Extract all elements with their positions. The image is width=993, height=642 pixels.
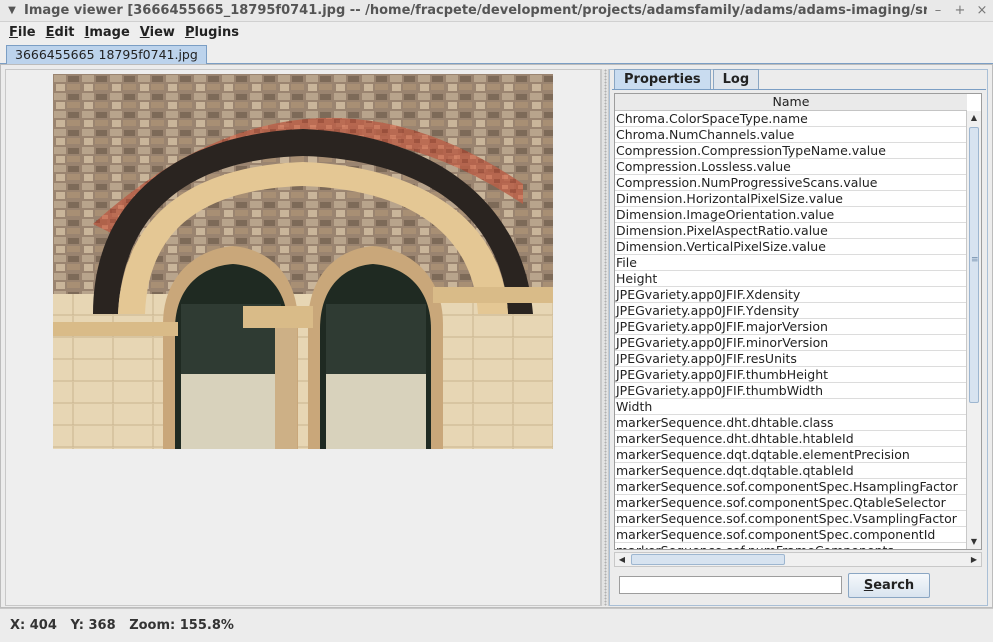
table-row[interactable]: Compression.CompressionTypeName.value [615, 143, 967, 159]
status-x: X: 404 [10, 618, 57, 633]
scroll-right-icon[interactable]: ▶ [967, 553, 981, 566]
menu-file[interactable]: File [4, 25, 41, 40]
column-header-name[interactable]: Name [615, 94, 967, 111]
table-row[interactable]: JPEGvariety.app0JFIF.thumbWidth [615, 383, 967, 399]
minimize-icon[interactable]: – [927, 3, 949, 18]
horizontal-scrollbar[interactable]: ◀ ▶ [614, 552, 982, 567]
table-row[interactable]: Dimension.ImageOrientation.value [615, 207, 967, 223]
table-row[interactable]: Compression.NumProgressiveScans.value [615, 175, 967, 191]
table-row[interactable]: Dimension.VerticalPixelSize.value [615, 239, 967, 255]
scroll-down-icon[interactable]: ▼ [967, 535, 981, 549]
scroll-left-icon[interactable]: ◀ [615, 553, 629, 566]
search-button[interactable]: Search [848, 573, 930, 598]
image-display [53, 74, 553, 449]
table-row[interactable]: markerSequence.sof.componentSpec.Hsampli… [615, 479, 967, 495]
status-y: Y: 368 [70, 618, 116, 633]
window-title: Image viewer [3666455665_18795f0741.jpg … [24, 3, 927, 18]
scroll-up-icon[interactable]: ▲ [967, 111, 981, 125]
horizontal-scroll-thumb[interactable] [631, 554, 785, 565]
title-bar: ▼ Image viewer [3666455665_18795f0741.jp… [0, 0, 993, 22]
window-menu-icon[interactable]: ▼ [0, 5, 24, 16]
status-zoom: Zoom: 155.8% [129, 618, 234, 633]
table-row[interactable]: Chroma.NumChannels.value [615, 127, 967, 143]
table-row[interactable]: markerSequence.sof.componentSpec.Vsampli… [615, 511, 967, 527]
document-tab-strip: 3666455665 18795f0741.jpg [0, 42, 993, 64]
table-row[interactable]: Dimension.PixelAspectRatio.value [615, 223, 967, 239]
menu-view[interactable]: View [135, 25, 180, 40]
table-row[interactable]: File [615, 255, 967, 271]
menu-edit[interactable]: Edit [41, 25, 80, 40]
close-icon[interactable]: × [971, 3, 993, 18]
tab-properties[interactable]: Properties [614, 69, 711, 89]
table-row[interactable]: JPEGvariety.app0JFIF.thumbHeight [615, 367, 967, 383]
table-row[interactable]: JPEGvariety.app0JFIF.resUnits [615, 351, 967, 367]
split-divider[interactable] [601, 69, 609, 606]
table-row[interactable]: JPEGvariety.app0JFIF.Xdensity [615, 287, 967, 303]
maximize-icon[interactable]: + [949, 3, 971, 18]
table-row[interactable]: JPEGvariety.app0JFIF.Ydensity [615, 303, 967, 319]
table-row[interactable]: Compression.Lossless.value [615, 159, 967, 175]
panel-tabs: Properties Log [614, 69, 761, 90]
table-row[interactable]: markerSequence.sof.componentSpec.compone… [615, 527, 967, 543]
table-row[interactable]: Dimension.HorizontalPixelSize.value [615, 191, 967, 207]
properties-table: Name Chroma.ColorSpaceType.name Chroma.Nu… [614, 93, 982, 550]
tab-document[interactable]: 3666455665 18795f0741.jpg [6, 45, 207, 64]
tab-log[interactable]: Log [712, 69, 760, 89]
table-row[interactable]: JPEGvariety.app0JFIF.minorVersion [615, 335, 967, 351]
table-row[interactable]: JPEGvariety.app0JFIF.majorVersion [615, 319, 967, 335]
vertical-scroll-thumb[interactable]: ≡ [969, 127, 979, 403]
table-row[interactable]: Width [615, 399, 967, 415]
table-row[interactable]: markerSequence.dht.dhtable.htableId [615, 431, 967, 447]
table-row[interactable]: Chroma.ColorSpaceType.name [615, 111, 967, 127]
menu-bar: File Edit Image View Plugins [0, 22, 993, 42]
table-row[interactable]: markerSequence.sof.componentSpec.QtableS… [615, 495, 967, 511]
table-row[interactable]: markerSequence.dht.dhtable.class [615, 415, 967, 431]
table-rows: Chroma.ColorSpaceType.name Chroma.NumChan… [615, 111, 967, 549]
menu-image[interactable]: Image [80, 25, 135, 40]
search-input[interactable] [619, 576, 842, 594]
table-row[interactable]: markerSequence.dqt.dqtable.qtableId [615, 463, 967, 479]
table-row[interactable]: Height [615, 271, 967, 287]
table-row[interactable]: markerSequence.sof.numFrameComponents [615, 543, 967, 549]
vertical-scrollbar[interactable]: ▲ ≡ ▼ [966, 111, 981, 549]
menu-plugins[interactable]: Plugins [180, 25, 244, 40]
status-bar: X: 404 Y: 368 Zoom: 155.8% [0, 608, 993, 642]
table-row[interactable]: markerSequence.dqt.dqtable.elementPrecis… [615, 447, 967, 463]
